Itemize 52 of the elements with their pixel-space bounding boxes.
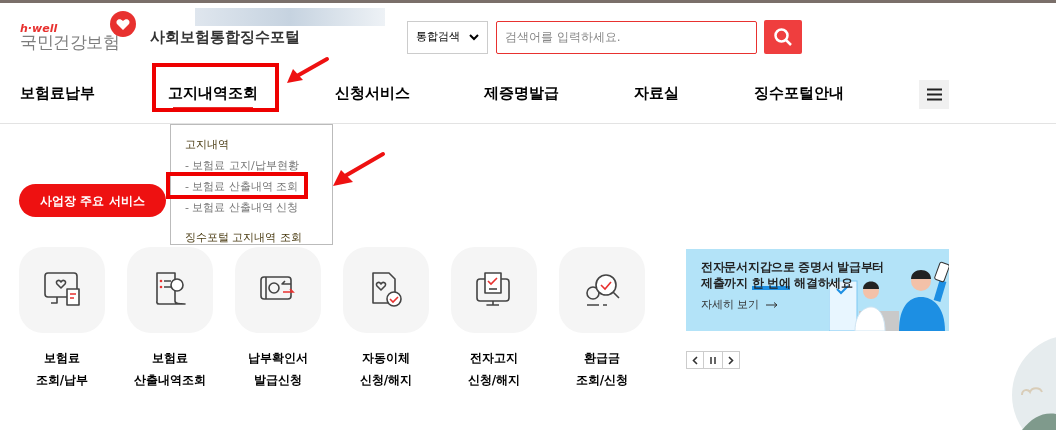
chevron-down-icon <box>469 33 479 41</box>
search-field[interactable]: 검색어를 입력하세요. <box>496 20 757 54</box>
service-label: 조회/신청 <box>575 372 629 389</box>
service-tile[interactable] <box>127 247 213 333</box>
nav-tab[interactable]: 고지내역조회 <box>168 77 258 111</box>
dropdown-item[interactable]: 고지내역 <box>185 134 332 155</box>
pause-button[interactable] <box>704 351 722 369</box>
chevron-right-icon <box>728 355 734 365</box>
previous-button[interactable] <box>686 351 704 369</box>
service-label: 보험료 <box>44 350 80 367</box>
pause-icon <box>710 356 716 364</box>
service-label: 전자고지 <box>470 350 518 367</box>
banner-link[interactable]: 자세히 보기 <box>701 297 760 314</box>
service-label: 자동이체 <box>362 350 410 367</box>
banner-headline: 전자문서지갑으로 증명서 발급부터 <box>701 259 886 275</box>
search-button[interactable] <box>764 20 802 54</box>
nav-tab[interactable]: 보험료납부 <box>20 77 95 111</box>
service-tile[interactable] <box>19 247 105 333</box>
logo[interactable]: h·well 국민건강보험 <box>20 11 138 51</box>
service-label: 보험료 <box>152 350 188 367</box>
logo-name: 국민건강보험 <box>20 34 121 51</box>
service-label: 신청/해지 <box>359 372 413 389</box>
chevron-left-icon <box>692 355 698 365</box>
service-tile[interactable] <box>559 247 645 333</box>
service-label: 환급금 <box>584 350 620 367</box>
next-button[interactable] <box>722 351 740 369</box>
service-label: 납부확인서 <box>248 350 308 367</box>
service-label: 신청/해지 <box>467 372 521 389</box>
dropdown-item[interactable]: - 보험료 산출내역 신청 <box>185 197 332 218</box>
dropdown-item[interactable]: 징수포털 고지내역 조회 <box>185 227 332 248</box>
heart-logo-icon <box>110 11 136 37</box>
search-scope-select[interactable]: 통합검색 <box>407 20 488 54</box>
arrow-right-icon <box>765 302 778 309</box>
nav-tab[interactable]: 신청서비스 <box>335 77 410 111</box>
dropdown-item[interactable]: - 보험료 산출내역 조회 <box>185 176 332 197</box>
logo-tagline: h·well <box>20 23 59 34</box>
service-tile[interactable] <box>451 247 537 333</box>
service-label: 조회/납부 <box>35 372 89 389</box>
service-button[interactable]: 사업장 주요 서비스 <box>19 184 166 217</box>
menu-icon <box>926 87 942 101</box>
nav-tab[interactable]: 제증명발급 <box>484 77 559 111</box>
service-label: 산출내역조회 <box>134 372 206 389</box>
service-label: 발급신청 <box>254 372 302 389</box>
menu-button[interactable] <box>919 79 949 109</box>
site-title: 사회보험통합징수포털 <box>150 26 300 48</box>
dropdown-item[interactable]: - 보험료 고지/납부현황 <box>185 155 332 176</box>
nav-tab[interactable]: 자료실 <box>634 77 679 111</box>
service-tile[interactable] <box>343 247 429 333</box>
service-tile[interactable] <box>235 247 321 333</box>
nav-tab[interactable]: 징수포털안내 <box>754 77 844 111</box>
pointer-arrow <box>285 55 330 86</box>
search-icon <box>773 27 793 47</box>
